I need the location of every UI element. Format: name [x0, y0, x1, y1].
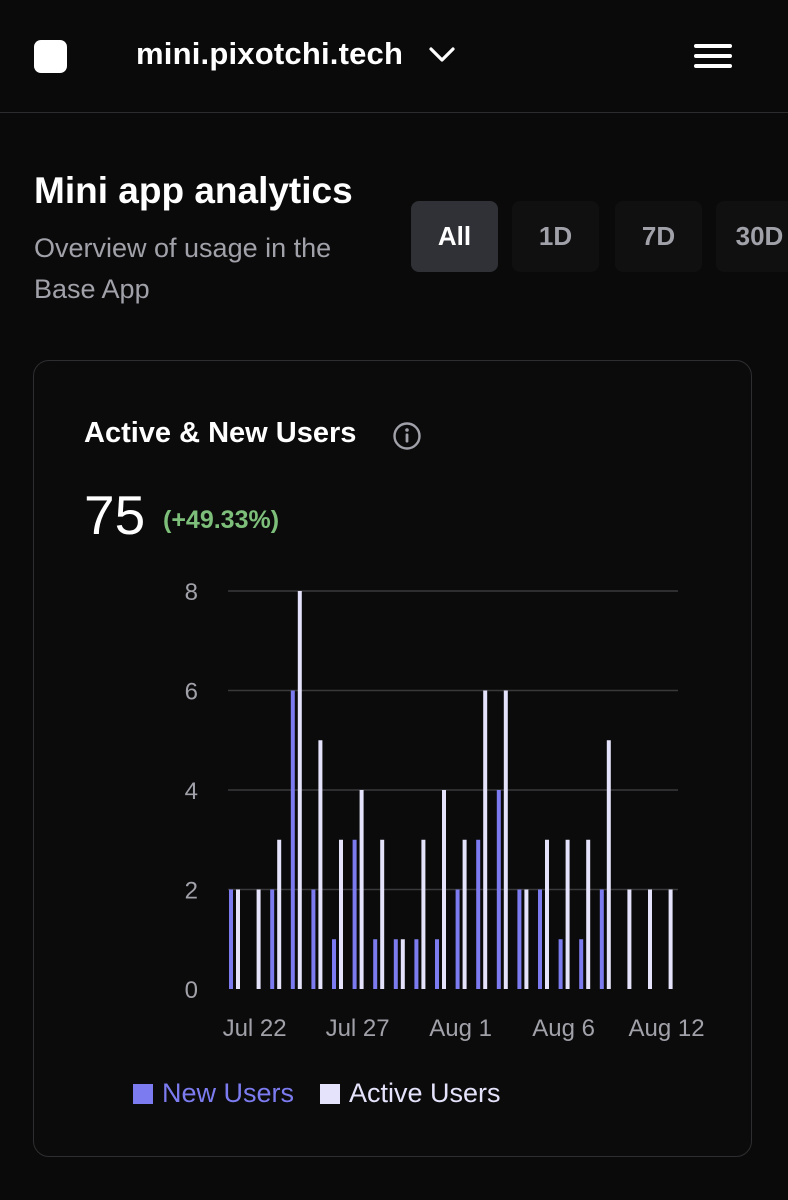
bar-new-users — [332, 939, 336, 989]
bar-active-users — [503, 690, 508, 989]
tab-1d[interactable]: 1D — [512, 201, 599, 272]
bar-new-users — [229, 889, 233, 989]
bar-active-users — [256, 889, 261, 989]
x-tick-label: Jul 22 — [223, 1015, 287, 1042]
bar-new-users — [270, 889, 275, 989]
y-tick-label: 0 — [185, 977, 198, 1004]
legend-swatch-new-users — [133, 1084, 153, 1104]
bar-active-users — [627, 889, 632, 989]
bar-active-users — [545, 839, 549, 989]
bar-new-users — [579, 939, 584, 989]
app-logo-icon[interactable] — [34, 40, 67, 73]
bar-active-users — [359, 790, 364, 989]
bar-new-users — [373, 939, 378, 989]
bar-active-users — [668, 889, 673, 989]
bar-new-users — [352, 839, 357, 989]
bar-new-users — [496, 790, 501, 989]
x-tick-label: Aug 6 — [532, 1015, 595, 1042]
y-tick-label: 8 — [185, 579, 198, 606]
bar-active-users — [318, 740, 323, 989]
page-title: Mini app analytics — [34, 170, 353, 211]
card-title: Active & New Users — [84, 417, 357, 449]
bar-active-users — [565, 839, 570, 989]
legend-swatch-active-users — [320, 1084, 340, 1104]
bar-new-users — [414, 939, 419, 989]
bar-active-users — [400, 939, 405, 989]
tab-7d[interactable]: 7D — [615, 201, 702, 272]
bar-active-users — [483, 690, 488, 989]
x-tick-label: Aug 12 — [629, 1015, 705, 1042]
bar-active-users — [380, 839, 385, 989]
bar-new-users — [476, 839, 481, 989]
users-bar-chart: 0 2 4 6 8 Jul 22 Jul 27 Aug 1 Aug 6 Aug 12 — [185, 579, 705, 1042]
x-tick-label: Aug 1 — [429, 1015, 492, 1042]
bar-active-users — [442, 790, 446, 989]
legend-label-active-users: Active Users — [349, 1078, 501, 1108]
bar-new-users — [538, 889, 542, 989]
bar-active-users — [606, 740, 611, 989]
bar-new-users — [393, 939, 398, 989]
bar-active-users — [339, 839, 343, 989]
bar-new-users — [558, 939, 563, 989]
y-tick-label: 6 — [185, 679, 198, 706]
bar-active-users — [524, 889, 529, 989]
time-range-tabs: All 1D 7D 30D — [411, 201, 788, 272]
bar-active-users — [297, 591, 302, 989]
bar-new-users — [517, 889, 522, 989]
bar-new-users — [290, 690, 295, 989]
percent-change: (+49.33%) — [163, 506, 280, 534]
bar-active-users — [648, 889, 652, 989]
tab-30d[interactable]: 30D — [716, 201, 788, 272]
legend-label-new-users: New Users — [162, 1078, 295, 1108]
chevron-down-icon[interactable] — [428, 44, 456, 66]
bar-active-users — [421, 839, 426, 989]
legend-active-users[interactable]: Active Users — [320, 1078, 501, 1109]
bar-new-users — [599, 889, 604, 989]
page-subtitle: Overview of usage in the Base App — [34, 233, 332, 304]
tab-all[interactable]: All — [411, 201, 498, 272]
total-users-value: 75 — [84, 484, 146, 546]
hamburger-menu-icon[interactable] — [692, 40, 734, 72]
site-name[interactable]: mini.pixotchi.tech — [136, 36, 403, 72]
bar-new-users — [435, 939, 439, 989]
bar-active-users — [586, 839, 591, 989]
info-icon[interactable] — [392, 421, 422, 451]
bar-new-users — [455, 889, 460, 989]
top-bar: mini.pixotchi.tech — [0, 0, 788, 113]
x-tick-label: Jul 27 — [326, 1015, 390, 1042]
legend-new-users[interactable]: New Users — [133, 1078, 294, 1109]
y-tick-label: 2 — [185, 878, 198, 905]
y-tick-label: 4 — [185, 778, 198, 805]
bar-active-users — [277, 839, 282, 989]
bar-active-users — [236, 889, 240, 989]
bar-new-users — [311, 889, 316, 989]
bar-active-users — [462, 839, 467, 989]
